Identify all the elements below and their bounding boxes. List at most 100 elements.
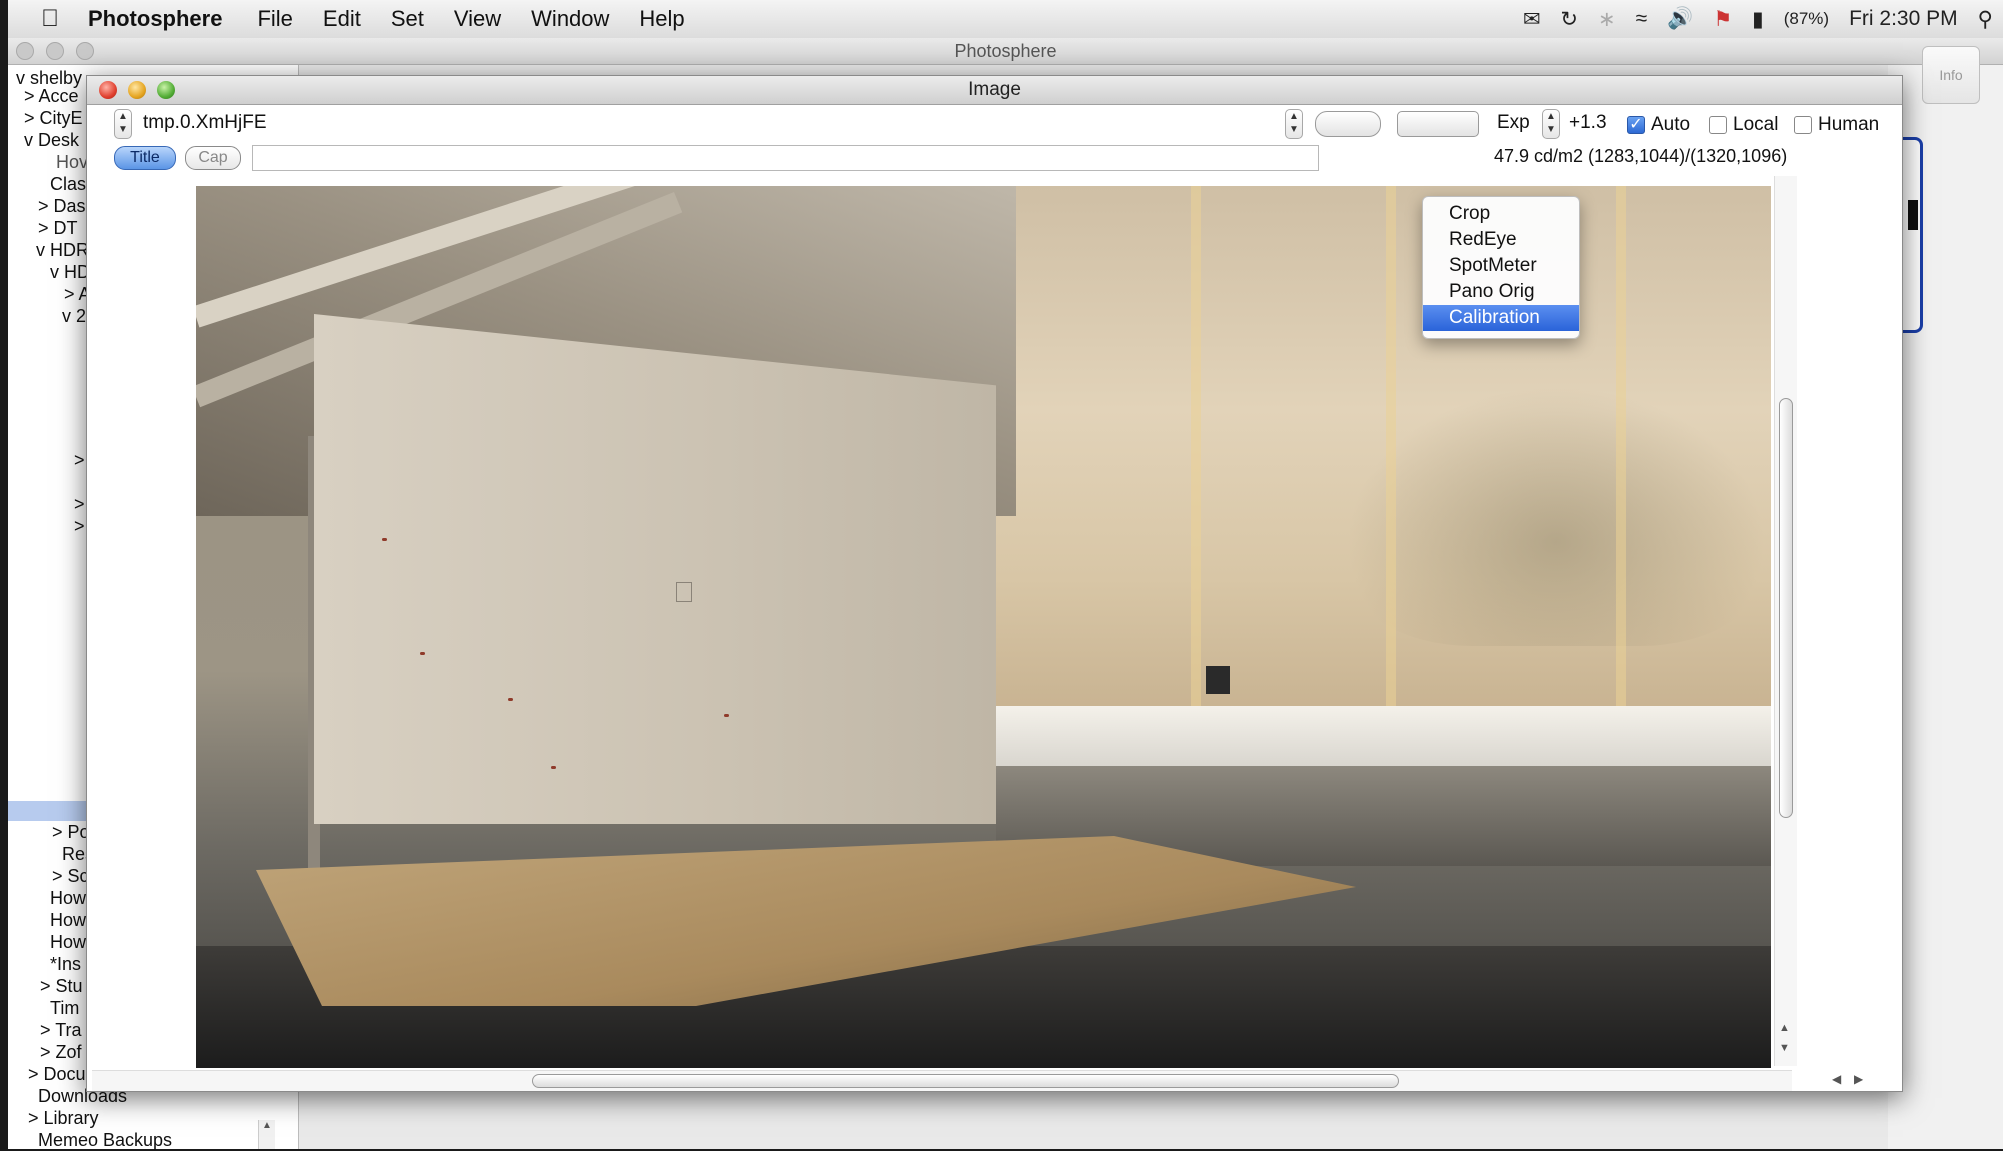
menu-item-calibration[interactable]: Calibration: [1423, 305, 1579, 331]
menu-edit[interactable]: Edit: [323, 6, 361, 32]
main-zoom-icon[interactable]: [76, 42, 94, 60]
sidebar-item[interactable]: v HD: [50, 261, 90, 283]
window-frame: [1191, 186, 1201, 746]
sidebar-item[interactable]: How: [50, 909, 86, 931]
menu-extras: ✉ ↻ ∗ ≈ 🔊 ⚑ ▮ (87%) Fri 2:30 PM ⚲: [1513, 0, 2003, 38]
local-checkbox-box[interactable]: [1709, 116, 1727, 134]
sidebar-item[interactable]: > Zof: [40, 1041, 82, 1063]
battery-icon[interactable]: ▮: [1752, 7, 1764, 32]
sidebar-item[interactable]: > Library: [28, 1107, 99, 1129]
exposure-value: +1.3: [1569, 112, 1607, 133]
auto-checkbox[interactable]: ✓ Auto: [1627, 114, 1690, 136]
sidebar-scrollbar[interactable]: ▲: [258, 1120, 275, 1149]
menu-bar:  Photosphere File Edit Set View Window …: [8, 0, 2003, 39]
window-sill: [996, 706, 1771, 766]
scroll-left-arrow-icon[interactable]: ◀: [1832, 1072, 1841, 1086]
time-machine-icon[interactable]: ↻: [1560, 7, 1578, 32]
flag-icon[interactable]: ⚑: [1713, 7, 1732, 32]
human-checkbox[interactable]: Human: [1794, 114, 1879, 136]
sidebar-item[interactable]: >: [74, 493, 85, 515]
menu-set[interactable]: Set: [391, 6, 424, 32]
spot-marker[interactable]: [676, 582, 692, 602]
sidebar-item[interactable]: > Docu: [28, 1063, 86, 1085]
sidebar-item[interactable]: >: [74, 449, 85, 471]
tool-popup-button[interactable]: [1397, 111, 1479, 137]
menu-help[interactable]: Help: [639, 6, 684, 32]
local-label: Local: [1733, 114, 1779, 135]
stain: [420, 652, 425, 655]
volume-icon[interactable]: 🔊: [1667, 7, 1693, 31]
scroll-up-arrow-icon[interactable]: ▲: [259, 1120, 275, 1131]
horizontal-scroll-thumb[interactable]: [532, 1074, 1399, 1088]
sidebar-item[interactable]: > Acce: [24, 85, 79, 107]
caption-field[interactable]: [252, 145, 1319, 171]
stain: [724, 714, 729, 717]
sidebar-item[interactable]: Hov: [56, 151, 88, 173]
zoom-icon[interactable]: [157, 81, 175, 99]
scroll-up-arrow-icon[interactable]: ▲: [1779, 1022, 1790, 1034]
scroll-right-arrow-icon[interactable]: ▶: [1854, 1072, 1863, 1086]
sidebar-item[interactable]: > Stu: [40, 975, 83, 997]
sidebar-item[interactable]: >: [74, 515, 85, 537]
menu-item-spotmeter[interactable]: SpotMeter: [1423, 253, 1579, 279]
sidebar-item[interactable]: How: [50, 887, 86, 909]
exposure-stepper[interactable]: ▲ ▼: [1542, 109, 1560, 139]
sidebar-item[interactable]: > CityE: [24, 107, 83, 129]
sidebar-item[interactable]: *Ins: [50, 953, 81, 975]
mode-button[interactable]: [1315, 111, 1381, 137]
image-window: Image ▲ ▼ tmp.0.XmHjFE ▲ ▼ Exp ▲ ▼ +1.3 ✓ A…: [86, 75, 1903, 1092]
checkmark-icon[interactable]: ✓: [1627, 116, 1645, 134]
window-frame: [1386, 186, 1396, 746]
sidebar-item[interactable]: > DT: [38, 217, 78, 239]
sidebar-item[interactable]: > Sc: [52, 865, 89, 887]
auto-label: Auto: [1651, 114, 1691, 135]
sidebar-item[interactable]: Clas: [50, 173, 86, 195]
sidebar-item[interactable]: > Das: [38, 195, 86, 217]
sidebar-item[interactable]: v 2: [62, 305, 86, 327]
sidebar-item[interactable]: v Desk: [24, 129, 79, 151]
menu-item-pano-orig[interactable]: Pano Orig: [1423, 279, 1579, 305]
battery-percent: (87%): [1783, 9, 1830, 28]
main-minimize-icon[interactable]: [46, 42, 64, 60]
vertical-scrollbar[interactable]: ▲ ▼: [1774, 176, 1797, 1066]
info-button[interactable]: Info: [1922, 46, 1980, 104]
vertical-scroll-thumb[interactable]: [1779, 398, 1793, 818]
wifi-icon[interactable]: ≈: [1636, 7, 1648, 31]
main-close-icon[interactable]: [16, 42, 34, 60]
sidebar-item[interactable]: > Po: [52, 821, 90, 843]
sidebar-item[interactable]: Memeo Backups: [38, 1129, 172, 1151]
luminance-readout: 47.9 cd/m2 (1283,1044)/(1320,1096): [1494, 146, 1788, 166]
local-checkbox[interactable]: Local: [1709, 114, 1778, 136]
menu-item-crop[interactable]: Crop: [1423, 201, 1579, 227]
clock[interactable]: Fri 2:30 PM: [1849, 7, 1958, 31]
spotlight-icon[interactable]: ⚲: [1978, 7, 1993, 32]
cap-button[interactable]: Cap: [185, 146, 241, 170]
mail-icon[interactable]: ✉: [1523, 7, 1541, 32]
horizontal-scrollbar[interactable]: ◀ ▶: [92, 1070, 1863, 1091]
apple-icon[interactable]: : [28, 5, 72, 33]
scroll-down-arrow-icon[interactable]: ▼: [1779, 1042, 1790, 1054]
bluetooth-icon[interactable]: ∗: [1598, 7, 1616, 32]
close-icon[interactable]: [99, 81, 117, 99]
menu-item-redeye[interactable]: RedEye: [1423, 227, 1579, 253]
menu-view[interactable]: View: [454, 6, 501, 32]
mode-stepper[interactable]: ▲ ▼: [1285, 109, 1303, 139]
minimize-icon[interactable]: [128, 81, 146, 99]
tree-shadow: [1346, 386, 1766, 646]
exposure-label: Exp: [1497, 112, 1530, 133]
image-window-title: Image: [968, 79, 1021, 100]
sidebar-item[interactable]: v HDR: [36, 239, 89, 261]
window-frame: [1616, 186, 1626, 746]
tool-dropdown-menu[interactable]: Crop RedEye SpotMeter Pano Orig Calibrat…: [1422, 196, 1580, 339]
caption-bar: Title Cap 47.9 cd/m2 (1283,1044)/(1320,1…: [87, 141, 1902, 173]
menu-window[interactable]: Window: [531, 6, 609, 32]
menu-file[interactable]: File: [257, 6, 292, 32]
sidebar-item[interactable]: How: [50, 931, 86, 953]
sidebar-item[interactable]: Tim: [50, 997, 79, 1019]
stain: [551, 766, 556, 769]
sidebar-item[interactable]: > Tra: [40, 1019, 82, 1041]
file-stepper[interactable]: ▲ ▼: [114, 109, 132, 139]
title-button[interactable]: Title: [114, 146, 176, 170]
app-menu[interactable]: Photosphere: [88, 6, 222, 32]
human-checkbox-box[interactable]: [1794, 116, 1812, 134]
